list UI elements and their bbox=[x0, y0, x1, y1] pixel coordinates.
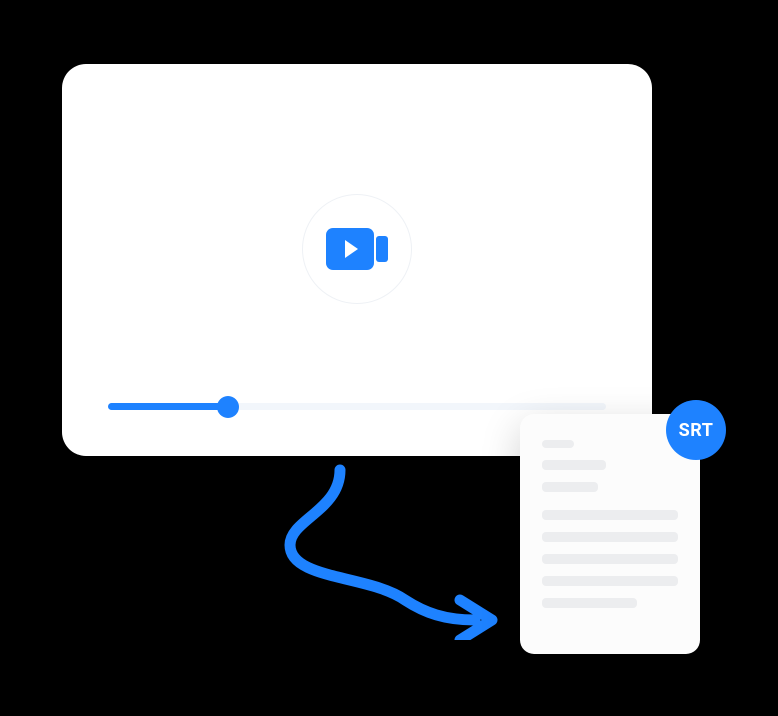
camera-lens bbox=[376, 236, 388, 262]
doc-line bbox=[542, 510, 678, 520]
video-progress-track[interactable] bbox=[108, 403, 606, 410]
video-progress-thumb[interactable] bbox=[217, 396, 239, 418]
doc-line bbox=[542, 532, 678, 542]
doc-line bbox=[542, 598, 637, 608]
doc-line bbox=[542, 460, 606, 470]
srt-badge: SRT bbox=[666, 400, 726, 460]
video-camera-icon bbox=[326, 228, 388, 270]
doc-line bbox=[542, 554, 678, 564]
doc-line bbox=[542, 576, 678, 586]
play-triangle-icon bbox=[345, 240, 358, 258]
play-button-circle[interactable] bbox=[302, 194, 412, 304]
video-progress-fill bbox=[108, 403, 228, 410]
subtitle-document-card: SRT bbox=[520, 414, 700, 654]
conversion-arrow-icon bbox=[260, 460, 510, 640]
video-player-card bbox=[62, 64, 652, 456]
doc-line bbox=[542, 482, 598, 492]
camera-body bbox=[326, 228, 374, 270]
doc-line bbox=[542, 440, 574, 448]
srt-badge-label: SRT bbox=[679, 420, 714, 441]
